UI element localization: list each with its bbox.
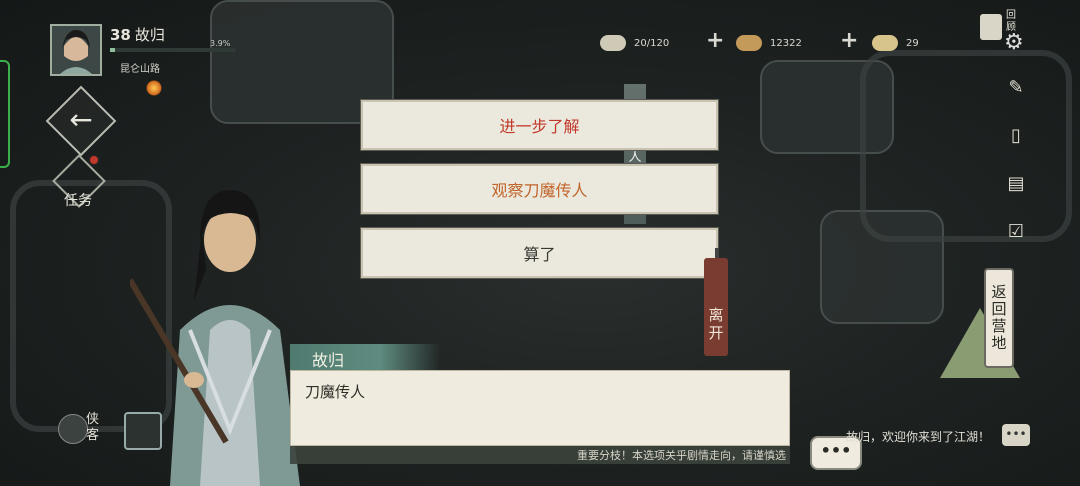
leave-label-1: 离	[708, 306, 724, 324]
xiake-label-1: 侠	[86, 412, 100, 427]
camp-label-1: 返	[991, 283, 1007, 301]
resource-silver: 29	[872, 33, 919, 53]
notification-dot	[88, 154, 100, 166]
cave-wall	[860, 50, 1072, 242]
resource-bread: 12322	[736, 33, 802, 53]
option-forget-it[interactable]: 算了	[360, 227, 719, 279]
chat-message: 故归，欢迎你来到了江湖！	[846, 430, 991, 444]
hero-portrait-icon	[52, 26, 100, 74]
map-icon[interactable]: ✎	[1004, 76, 1028, 100]
option-learn-more[interactable]: 进一步了解	[360, 99, 719, 151]
leave-label-2: 开	[708, 324, 724, 342]
review-label-1: 回	[1006, 10, 1016, 21]
add-rice-button[interactable]: +	[706, 30, 724, 52]
player-level: 38	[110, 26, 131, 44]
torch-icon	[146, 80, 162, 96]
camp-label-2: 回	[991, 300, 1007, 318]
xiake-icon	[58, 414, 88, 444]
resource-silver-value: 29	[906, 37, 919, 49]
xiake-button[interactable]: 侠客	[58, 412, 108, 446]
player-panel[interactable]: 38 故归 3.9% 昆仑山路	[50, 24, 250, 80]
branch-warning: 重要分枝！本选项关乎剧情走向，请谨慎选	[290, 446, 790, 464]
exp-bar-fill	[110, 48, 115, 52]
bread-icon	[736, 35, 762, 51]
camp-label-4: 地	[991, 334, 1007, 352]
side-drawer-tab[interactable]	[0, 60, 10, 168]
inventory-icon[interactable]	[124, 412, 162, 450]
book-icon[interactable]: ▯	[1004, 124, 1028, 148]
player-level-name: 38 故归	[110, 24, 165, 45]
return-camp-banner: 返 回 营 地	[984, 268, 1014, 368]
speaker-name: 故归	[312, 351, 345, 370]
return-camp-button[interactable]: 返 回 营 地	[932, 268, 1032, 398]
player-name: 故归	[134, 26, 165, 44]
leave-button[interactable]: 离 开	[704, 258, 728, 356]
resource-bread-value: 12322	[770, 37, 802, 49]
silver-ingot-icon	[872, 35, 898, 51]
camp-label-3: 营	[991, 317, 1007, 335]
resource-rice-value: 20/120	[634, 37, 670, 49]
gear-icon[interactable]: ⚙	[1004, 30, 1024, 55]
scroll-icon	[980, 14, 1002, 40]
resource-rice: 20/120	[600, 33, 669, 53]
exp-percent: 3.9%	[210, 39, 231, 48]
chat-bubble-icon[interactable]: •••	[1002, 424, 1030, 446]
dialog-box[interactable]: 刀魔传人	[290, 370, 790, 446]
task-label: 任务	[64, 193, 92, 209]
checklist-icon[interactable]: ☑	[1004, 220, 1028, 244]
location-label: 昆仑山路	[120, 64, 160, 75]
back-arrow-icon: ←	[69, 103, 93, 136]
xiake-label-2: 客	[86, 428, 100, 443]
task-button[interactable]: 任务	[52, 154, 106, 209]
option-observe[interactable]: 观察刀魔传人	[360, 163, 719, 215]
scroll-list-icon[interactable]: ▤	[1004, 172, 1028, 196]
dialog-text: 刀魔传人	[305, 383, 366, 401]
avatar[interactable]	[50, 24, 102, 76]
exp-bar	[110, 48, 236, 52]
add-bread-button[interactable]: +	[840, 30, 858, 52]
speaker-nameplate: 故归	[290, 344, 440, 370]
rice-icon	[600, 35, 626, 51]
